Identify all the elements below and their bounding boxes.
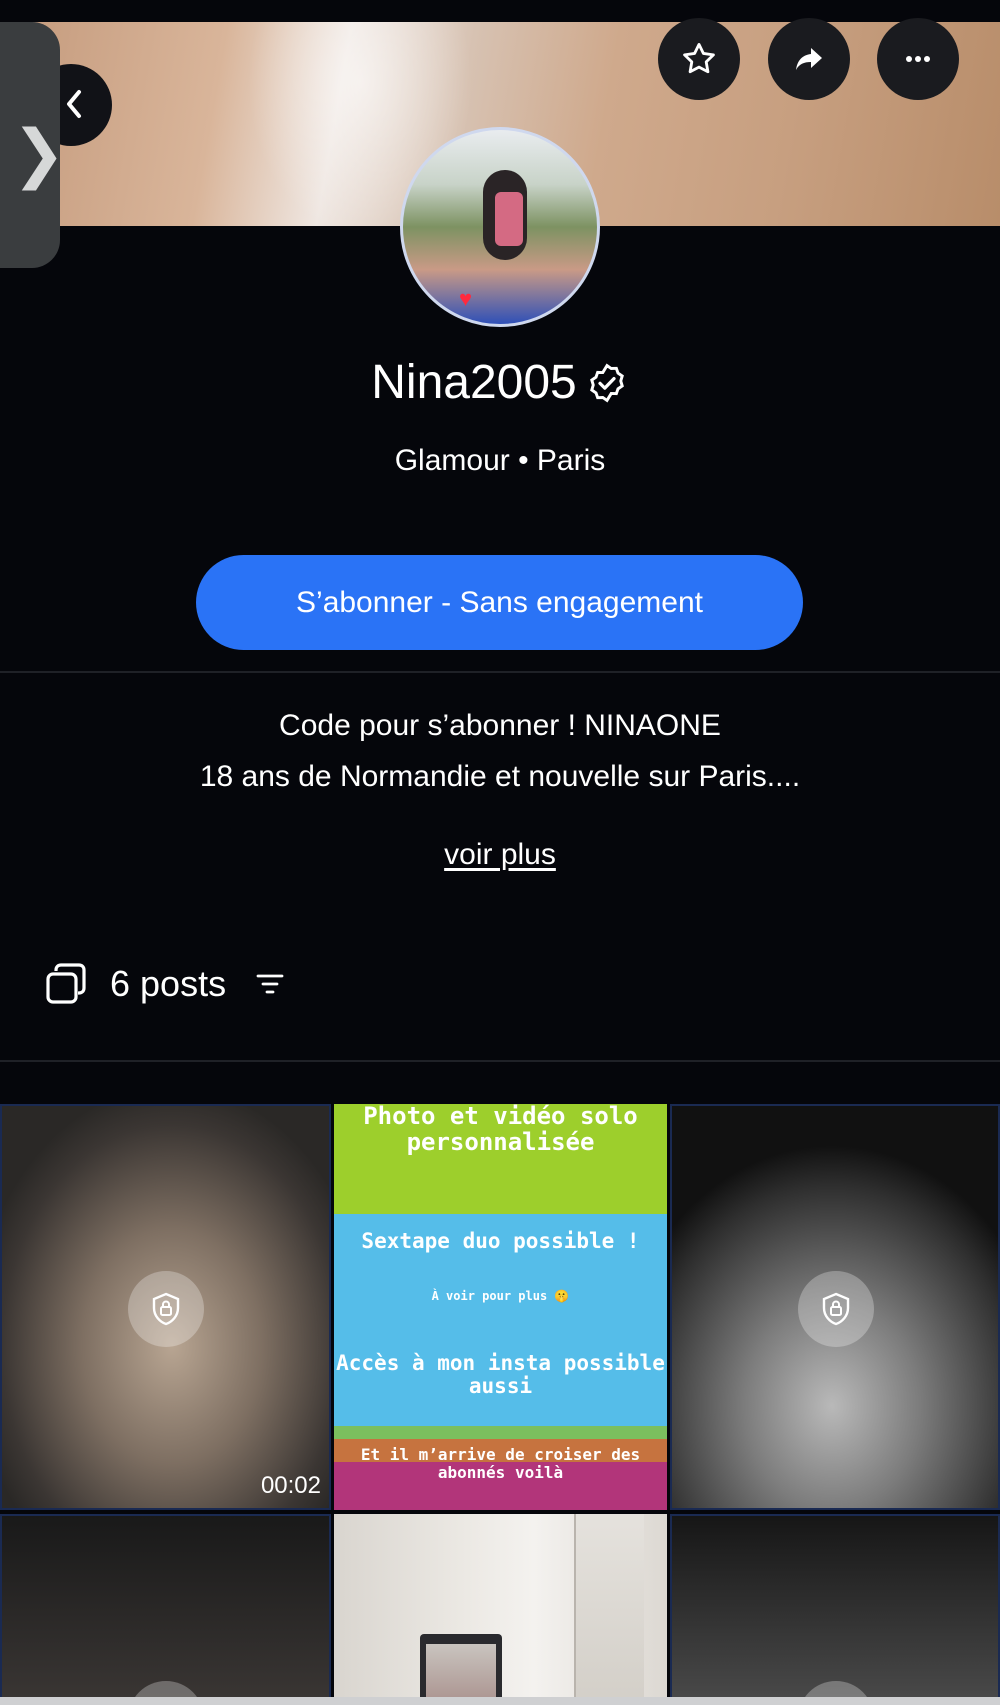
- promo-text: À voir pour plus 🤫: [431, 1289, 570, 1303]
- verified-icon: [589, 362, 624, 403]
- profile-name-row: Nina2005: [0, 355, 1000, 410]
- avatar[interactable]: ♥: [400, 127, 600, 327]
- post-tile-locked[interactable]: [670, 1104, 1000, 1510]
- post-tile-locked-video[interactable]: 00:02: [0, 1104, 331, 1510]
- bottom-bar: [0, 1697, 1000, 1705]
- post-tile-locked[interactable]: [0, 1514, 331, 1705]
- lock-icon: [798, 1271, 874, 1347]
- divider: [0, 671, 1000, 673]
- video-duration: 00:02: [260, 1472, 321, 1499]
- back-icon: [67, 90, 81, 118]
- lock-icon: [128, 1271, 204, 1347]
- more-icon: [906, 56, 930, 62]
- posts-header: 6 posts: [44, 960, 284, 1008]
- promo-text: Sextape duo possible !: [361, 1229, 640, 1253]
- post-tile-locked[interactable]: [670, 1514, 1000, 1705]
- side-panel-handle[interactable]: ❯: [0, 22, 66, 268]
- posts-icon: [46, 963, 86, 1004]
- favorite-button[interactable]: [658, 18, 740, 100]
- divider: [0, 1060, 1000, 1062]
- bio: Code pour s’abonner ! NINAONE 18 ans de …: [0, 700, 1000, 802]
- chevron-right-icon: ❯: [12, 117, 66, 191]
- more-button[interactable]: [877, 18, 959, 100]
- promo-text: Photo et vidéo solo personnalisée: [363, 1104, 638, 1156]
- posts-count: 6 posts: [110, 963, 227, 1004]
- heart-icon: ♥: [459, 286, 473, 311]
- status-bar: [0, 0, 1000, 22]
- promo-text: Et il m’arrive de croiser des abonnés vo…: [360, 1445, 641, 1483]
- bio-line: 18 ans de Normandie et nouvelle sur Pari…: [199, 760, 801, 793]
- bio-line: Code pour s’abonner ! NINAONE: [279, 709, 721, 742]
- profile-name: Nina2005: [371, 356, 577, 409]
- promo-text: Accès à mon insta possible aussi: [336, 1351, 665, 1398]
- filter-icon[interactable]: [256, 973, 284, 995]
- share-button[interactable]: [768, 18, 850, 100]
- profile-subtitle: Glamour • Paris: [394, 444, 606, 477]
- see-more-link[interactable]: voir plus: [0, 838, 1000, 872]
- star-icon: [683, 43, 715, 74]
- post-tile-photo[interactable]: [334, 1514, 667, 1705]
- share-icon: [796, 48, 822, 70]
- posts-grid: 00:02 Photo et vidéo solo personnalisée …: [0, 1104, 1000, 1705]
- post-tile-promo[interactable]: Photo et vidéo solo personnalisée Sextap…: [334, 1104, 667, 1510]
- subscribe-button[interactable]: S’abonner - Sans engagement: [196, 555, 803, 650]
